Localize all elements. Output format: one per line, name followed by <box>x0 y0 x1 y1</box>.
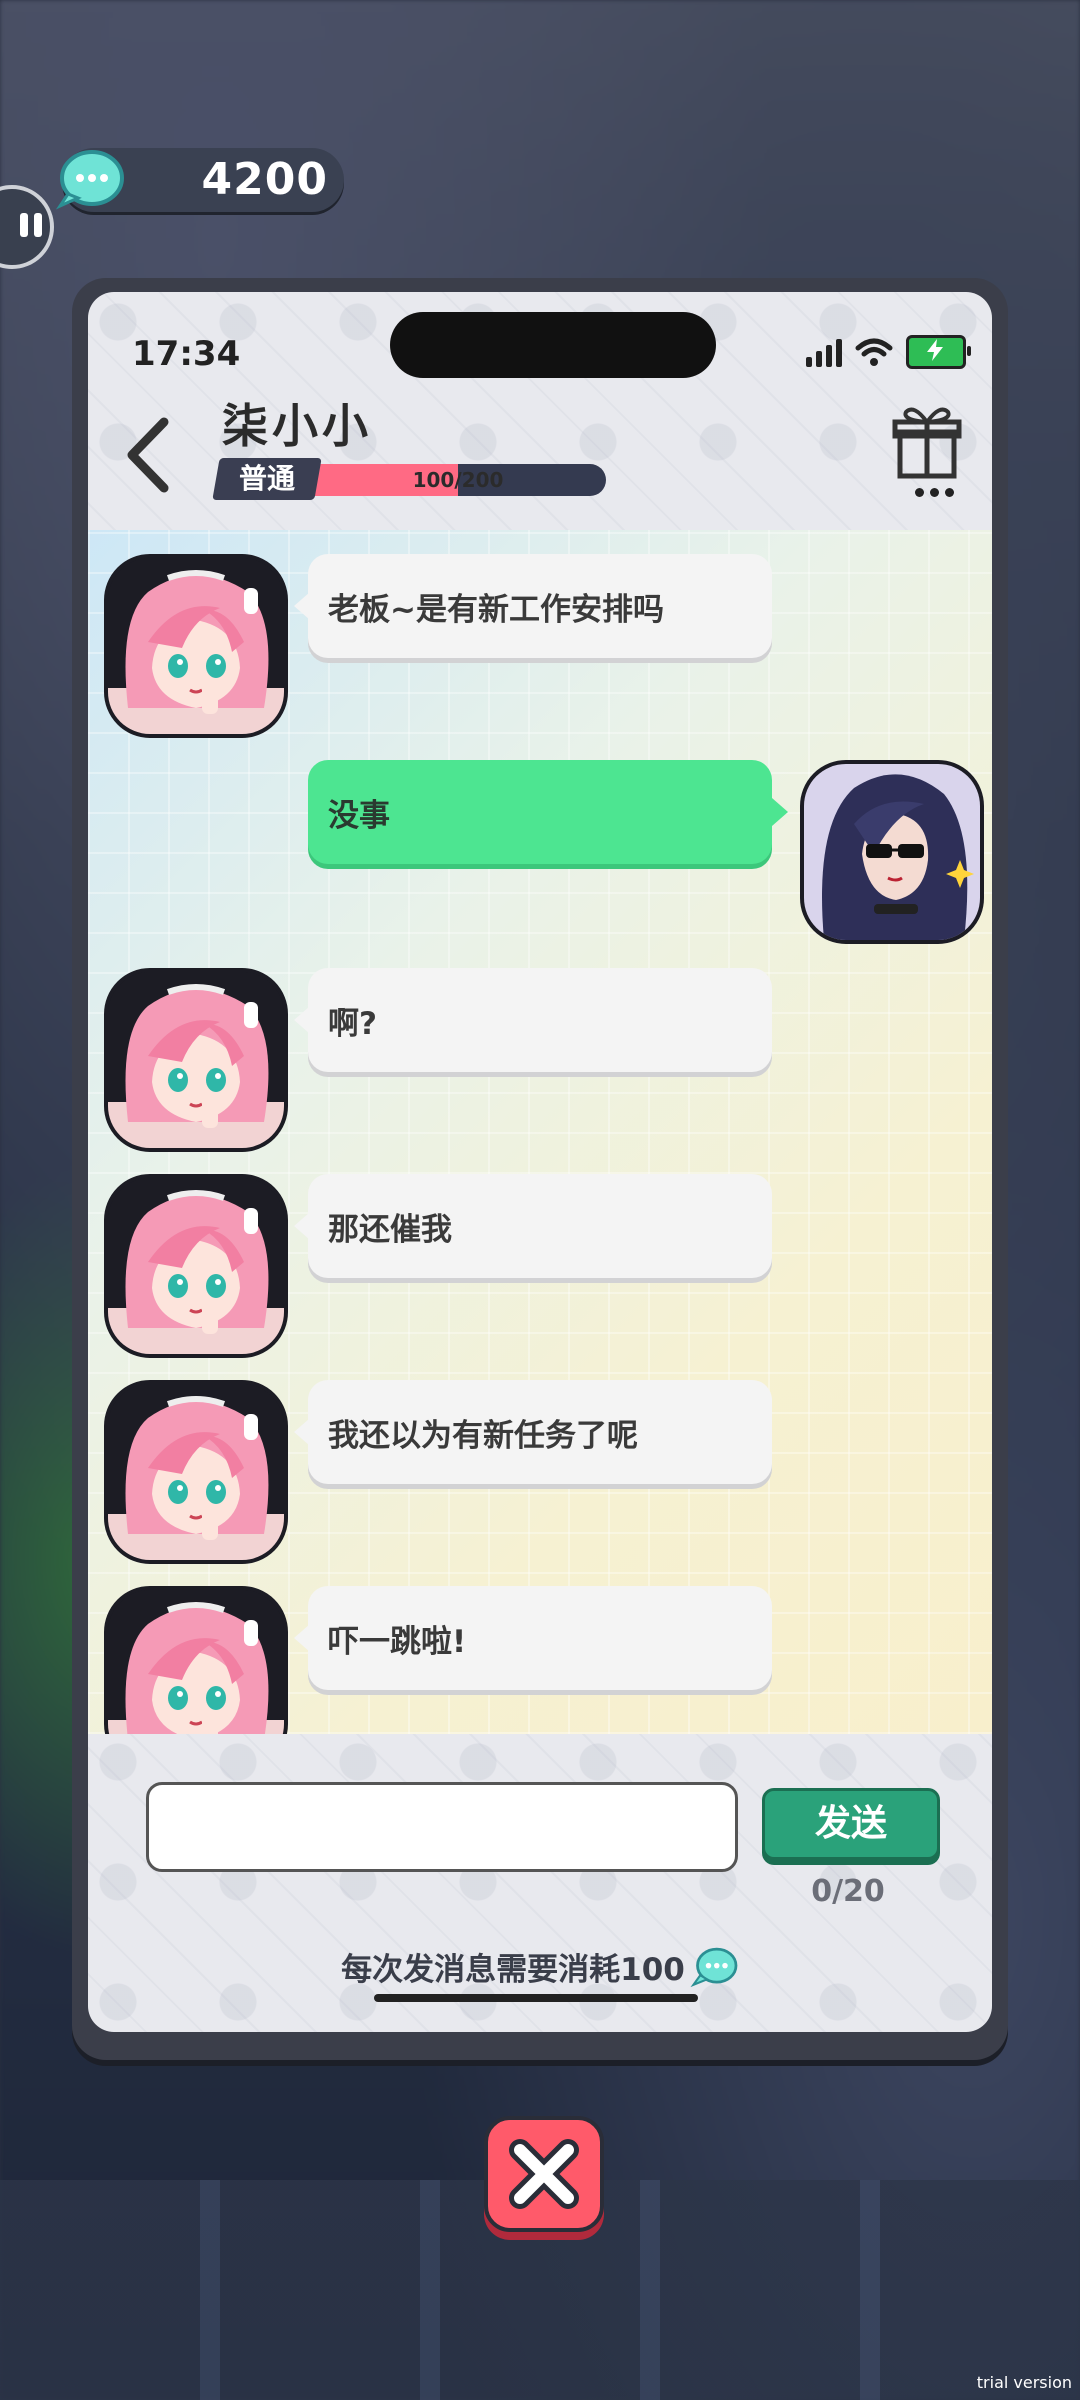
incoming-message-bubble: 那还催我 <box>294 1174 772 1278</box>
signal-icon <box>806 337 842 367</box>
affinity-text: 100/200 <box>412 468 504 492</box>
contact-avatar[interactable] <box>104 1174 288 1358</box>
home-indicator <box>374 1994 698 2002</box>
status-icons <box>806 332 971 372</box>
relationship-level-label: 普通 <box>238 462 295 495</box>
incoming-message-bubble: 老板~是有新工作安排吗 <box>294 554 772 658</box>
dynamic-island <box>390 312 716 378</box>
trial-watermark: trial version <box>976 2373 1072 2392</box>
contact-avatar[interactable] <box>104 554 288 738</box>
wifi-icon <box>855 338 893 366</box>
affinity-bar: 100/200 <box>310 464 606 496</box>
gift-more-dots <box>915 488 954 497</box>
currency-amount: 4200 <box>201 154 328 205</box>
input-area: 发送 0/20 每次发消息需要消耗100 <box>88 1734 992 2032</box>
battery-charging-icon <box>906 335 971 369</box>
outgoing-message-bubble: 没事 <box>308 760 788 864</box>
phone-frame: 17:34 柒小小 100/200 普通 老板~是有新工作安排吗 没事 啊? 那… <box>72 278 1008 2060</box>
chat-area[interactable]: 老板~是有新工作安排吗 没事 啊? 那还催我 我还以为有新任务了呢 吓一跳啦! <box>88 530 992 1734</box>
status-time: 17:34 <box>132 334 241 374</box>
phone-screen: 17:34 柒小小 100/200 普通 老板~是有新工作安排吗 没事 啊? 那… <box>88 292 992 2032</box>
gift-icon[interactable] <box>892 402 962 482</box>
char-count: 0/20 <box>811 1874 885 1909</box>
contact-avatar[interactable] <box>104 968 288 1152</box>
close-button[interactable] <box>484 2116 604 2232</box>
incoming-message-bubble: 吓一跳啦! <box>294 1586 772 1690</box>
incoming-message-bubble: 啊? <box>294 968 772 1072</box>
currency-counter: 4200 <box>55 148 344 212</box>
close-icon <box>509 2139 579 2209</box>
contact-name: 柒小小 <box>222 399 372 453</box>
contact-avatar[interactable] <box>104 1586 288 1734</box>
relationship-level-badge: 普通 <box>212 458 322 500</box>
send-button[interactable]: 发送 <box>762 1788 940 1860</box>
chat-bubble-coin-icon <box>690 1947 738 1987</box>
player-avatar[interactable] <box>800 760 984 944</box>
cost-notice: 每次发消息需要消耗100 <box>88 1944 992 1989</box>
contact-avatar[interactable] <box>104 1380 288 1564</box>
message-input[interactable] <box>146 1782 738 1872</box>
back-chevron-icon[interactable] <box>118 410 178 500</box>
incoming-message-bubble: 我还以为有新任务了呢 <box>294 1380 772 1484</box>
chat-bubble-coin-icon <box>55 150 124 210</box>
cost-notice-text: 每次发消息需要消耗100 <box>341 1952 685 1988</box>
